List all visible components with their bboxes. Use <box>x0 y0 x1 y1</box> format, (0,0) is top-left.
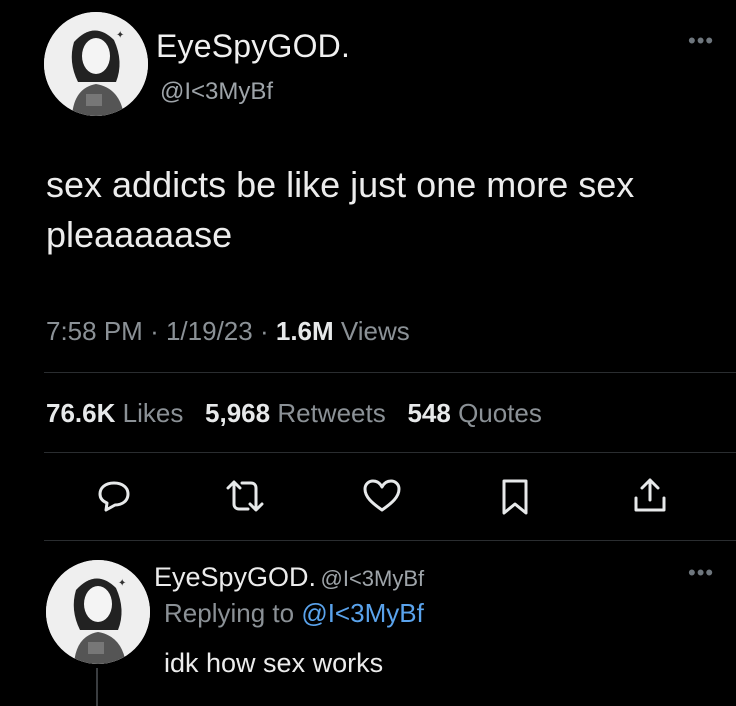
replying-handle-link[interactable]: @I<3MyBf <box>301 598 423 628</box>
reply-header: EyeSpyGOD. @I<3MyBf <box>154 562 424 593</box>
user-handle[interactable]: @I<3MyBf <box>160 78 273 106</box>
likes-count: 76.6K <box>46 398 116 428</box>
quotes-stat[interactable]: 548 Quotes <box>400 398 542 428</box>
tweet-text: sex addicts be like just one more sex pl… <box>46 160 726 260</box>
share-icon[interactable] <box>632 476 668 514</box>
divider <box>44 452 736 453</box>
more-horizontal-icon[interactable]: ••• <box>688 28 714 54</box>
views-label: Views <box>340 316 410 346</box>
svg-text:✦: ✦ <box>116 30 124 41</box>
retweets-stat[interactable]: 5,968 Retweets <box>198 398 393 428</box>
display-name[interactable]: EyeSpyGOD. <box>156 28 350 65</box>
reply-more-horizontal-icon[interactable]: ••• <box>688 560 714 586</box>
retweet-icon[interactable] <box>224 478 266 514</box>
reply-text: idk how sex works <box>164 648 384 678</box>
divider <box>44 372 736 373</box>
svg-text:✦: ✦ <box>118 578 126 589</box>
avatar[interactable]: ✦ <box>44 12 148 116</box>
likes-label: Likes <box>122 398 184 428</box>
reply-display-name[interactable]: EyeSpyGOD. <box>154 562 316 592</box>
tweet-stats: 76.6K Likes 5,968 Retweets 548 Quotes <box>46 398 542 429</box>
like-icon[interactable] <box>362 478 402 514</box>
tweet-text-line-2: pleaaaaase <box>46 214 233 255</box>
separator: · <box>150 316 159 346</box>
reply-avatar[interactable]: ✦ <box>46 560 150 664</box>
tweet-time[interactable]: 7:58 PM <box>46 316 143 346</box>
quotes-label: Quotes <box>458 398 542 428</box>
tweet-date[interactable]: 1/19/23 <box>166 316 253 346</box>
bookmark-icon[interactable] <box>500 478 530 516</box>
retweets-count: 5,968 <box>205 398 271 428</box>
reply-icon[interactable] <box>96 478 132 514</box>
tweet-text-line-1: sex addicts be like just one more sex <box>46 164 635 205</box>
thread-line <box>96 668 98 706</box>
quotes-count: 548 <box>407 398 451 428</box>
likes-stat[interactable]: 76.6K Likes <box>46 398 191 428</box>
replying-prefix: Replying to <box>164 598 295 628</box>
reply-user-handle[interactable]: @I<3MyBf <box>321 566 425 591</box>
separator: · <box>259 316 269 346</box>
retweets-label: Retweets <box>277 398 386 428</box>
divider <box>44 540 736 541</box>
replying-to: Replying to @I<3MyBf <box>164 598 424 629</box>
views-count: 1.6M <box>275 316 334 346</box>
tweet-meta: 7:58 PM · 1/19/23 · 1.6M Views <box>46 316 410 347</box>
